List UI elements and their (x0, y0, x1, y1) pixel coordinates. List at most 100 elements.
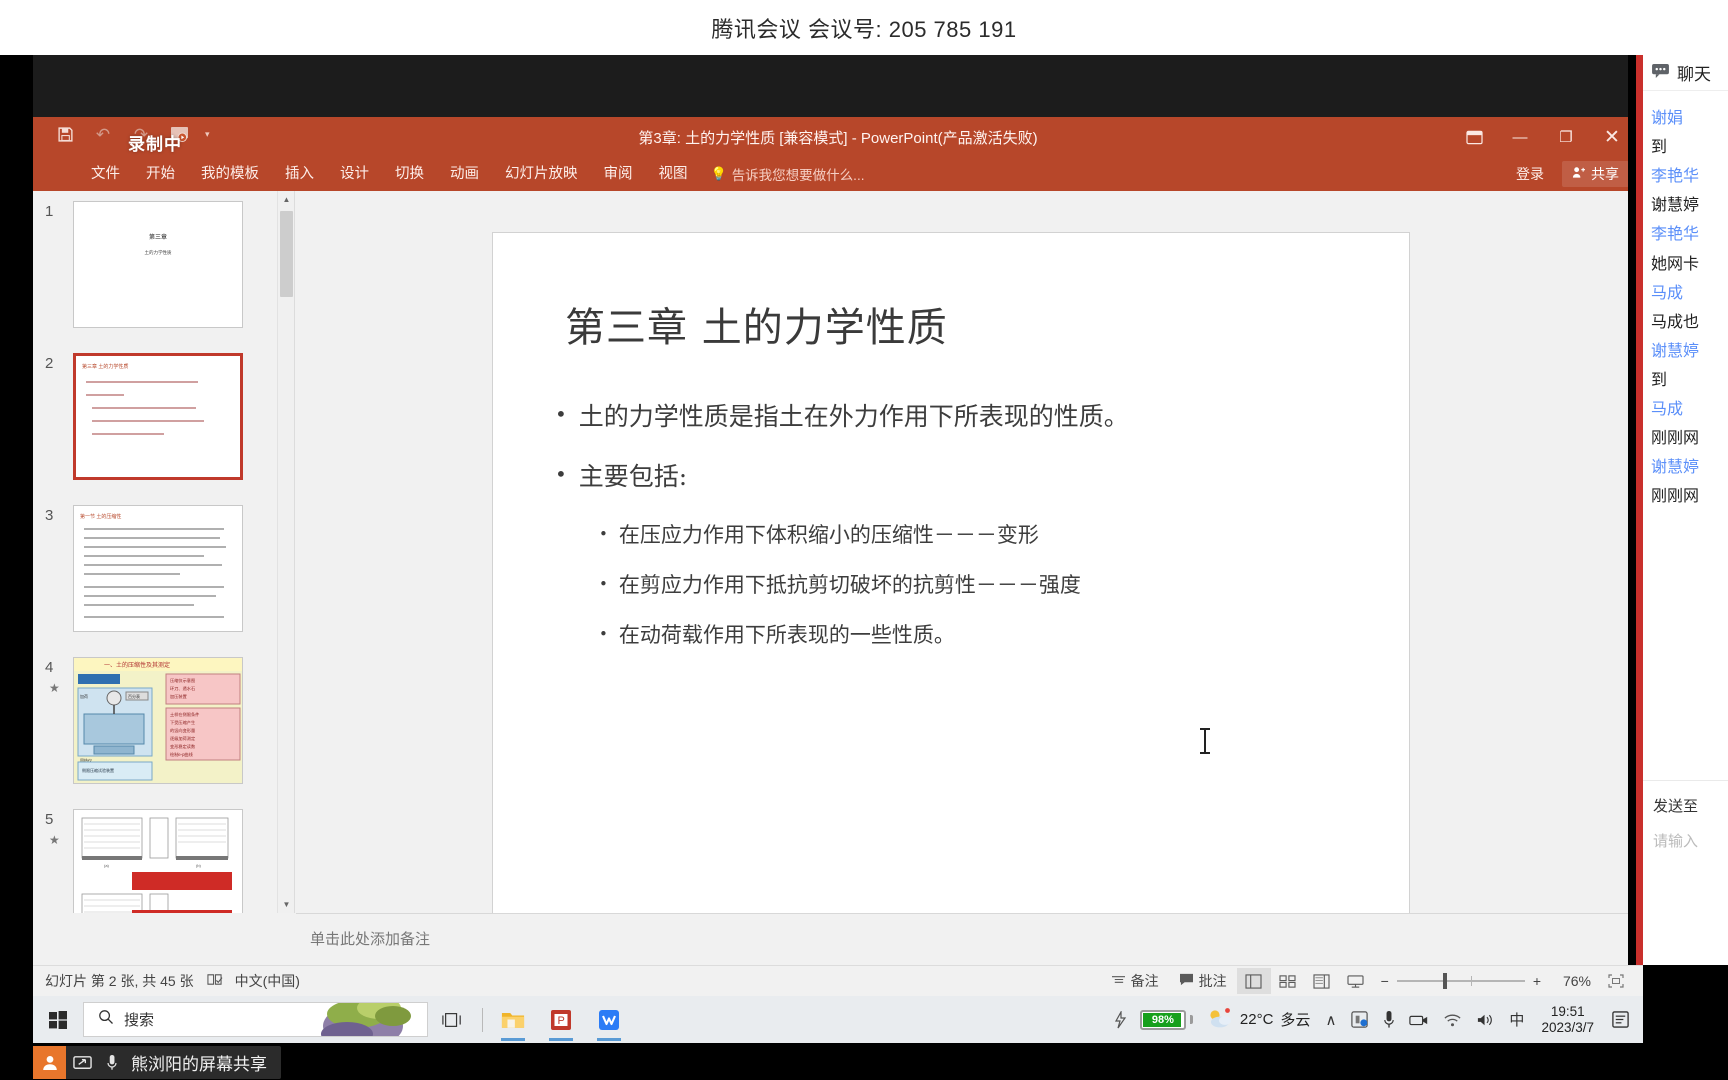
thumbnail-item-2[interactable]: 2 第三章 土的力学性质 (33, 343, 294, 495)
thumbnail-item-5[interactable]: 5 ★ (a) (b) (33, 799, 294, 913)
comments-toggle-button[interactable]: 批注 (1169, 971, 1237, 991)
svg-text:(a): (a) (104, 863, 110, 868)
camera-icon[interactable] (1402, 1013, 1436, 1027)
zoom-slider-handle[interactable] (1442, 973, 1447, 989)
thumbnail-scroll-up-icon[interactable]: ▲ (278, 191, 294, 208)
thumbnail-scrollbar[interactable]: ▲ ▼ (277, 191, 294, 913)
restore-button[interactable]: ❐ (1543, 117, 1589, 157)
thumbnail-preview[interactable]: 一、土的压缩性及其测定 压缩仪示意图 环刀、透水石 加压装置 土样在侧限条件 下… (73, 657, 243, 784)
svg-text:百分表: 百分表 (128, 693, 140, 699)
tab-view[interactable]: 视图 (646, 157, 701, 191)
ribbon-display-options-icon[interactable] (1451, 117, 1497, 157)
show-hidden-icons-chevron-icon[interactable]: ∧ (1318, 1011, 1343, 1029)
chat-send-to-label[interactable]: 发送至 (1643, 781, 1728, 816)
task-view-icon[interactable] (428, 996, 476, 1043)
powerpoint-window: ↶ ↷ ▾ 录制中 第3章: 土的力学性质 [兼容模式] - PowerPoin… (33, 117, 1643, 965)
tab-transitions[interactable]: 切换 (382, 157, 437, 191)
tab-animations[interactable]: 动画 (437, 157, 492, 191)
thumbnail-preview[interactable]: (a) (b) (73, 809, 243, 913)
thumbnail-preview[interactable]: 第一节 土的压缩性 (73, 505, 243, 632)
tab-my-templates[interactable]: 我的模板 (188, 157, 272, 191)
chat-sender-name[interactable]: 李艳华 (1651, 162, 1728, 191)
spellcheck-icon[interactable] (206, 972, 223, 990)
thumbnail-item-1[interactable]: 1 第三章 土的力学性质 (33, 191, 294, 343)
fit-to-window-icon[interactable] (1599, 968, 1633, 994)
thumbnail-item-3[interactable]: 3 第一节 土的压缩性 (33, 495, 294, 647)
tab-home[interactable]: 开始 (133, 157, 188, 191)
microphone-icon[interactable] (1376, 1010, 1402, 1029)
screen-share-indicator[interactable]: 熊浏阳的屏幕共享 (33, 1046, 281, 1079)
thumbnail-scroll-down-icon[interactable]: ▼ (278, 896, 294, 913)
taskbar-clock[interactable]: 19:51 2023/3/7 (1531, 1004, 1604, 1035)
zoom-level-label[interactable]: 76% (1549, 973, 1591, 989)
tab-slideshow[interactable]: 幻灯片放映 (492, 157, 591, 191)
animation-star-icon: ★ (49, 681, 60, 695)
ime-indicator[interactable]: 中 (1502, 1009, 1531, 1030)
temperature-label: 22°C (1239, 1011, 1274, 1028)
chat-sender-name[interactable]: 马成 (1651, 279, 1728, 308)
battery-percent-label: 98% (1151, 1013, 1174, 1026)
notes-toggle-button[interactable]: 备注 (1101, 971, 1169, 991)
slide-thumbnail-pane[interactable]: 1 第三章 土的力学性质 2 第三章 土的力学性质 3 第一节 土的压缩性 4 … (33, 191, 295, 913)
slide-sorter-icon[interactable] (1271, 968, 1305, 994)
search-input[interactable]: 搜索 (83, 1002, 428, 1037)
security-icon[interactable] (1343, 1010, 1376, 1029)
screen-root: 腾讯会议 会议号: 205 785 191 ↶ ↷ ▾ 录制中 第3章: 土的力… (0, 0, 1728, 1080)
slideshow-icon[interactable] (1339, 968, 1373, 994)
powerpoint-icon[interactable]: P (537, 996, 585, 1043)
svg-text:绘制e-p曲线: 绘制e-p曲线 (170, 751, 194, 758)
chat-sender-name[interactable]: 谢慧婷 (1651, 337, 1728, 366)
slide-title[interactable]: 第三章 土的力学性质 (565, 295, 948, 353)
wifi-icon[interactable] (1436, 1012, 1469, 1028)
language-label[interactable]: 中文(中国) (235, 971, 300, 991)
tencent-meeting-icon[interactable] (585, 996, 633, 1043)
screen-share-label: 熊浏阳的屏幕共享 (131, 1055, 267, 1074)
tab-review[interactable]: 审阅 (591, 157, 646, 191)
tell-me-label: 告诉我您想要做什么... (731, 168, 865, 183)
sign-in-link[interactable]: 登录 (1516, 164, 1544, 184)
slide-count-label[interactable]: 幻灯片 第 2 张, 共 45 张 (45, 971, 194, 991)
tab-design[interactable]: 设计 (327, 157, 382, 191)
svg-text:压缩仪示意图: 压缩仪示意图 (170, 677, 195, 684)
meeting-title: 腾讯会议 会议号: 205 785 191 (711, 16, 1017, 42)
thumbnail-item-4[interactable]: 4 ★ 一、土的压缩性及其测定 压缩仪示意图 环刀、透水石 加压装置 土样在侧限… (33, 647, 294, 799)
weather-widget[interactable]: 22°C 多云 (1199, 1007, 1319, 1033)
chat-sender-name[interactable]: 谢慧婷 (1651, 453, 1728, 482)
share-button[interactable]: 共享 (1562, 161, 1629, 187)
tab-file[interactable]: 文件 (78, 157, 133, 191)
notification-icon[interactable] (1604, 1010, 1637, 1029)
notes-icon (1111, 973, 1126, 989)
chat-sender-name[interactable]: 李艳华 (1651, 220, 1728, 249)
chat-sender-name[interactable]: 马成 (1651, 395, 1728, 424)
normal-view-icon[interactable] (1236, 968, 1271, 994)
thumbnail-scroll-thumb[interactable] (280, 211, 293, 297)
battery-indicator[interactable]: 98% (1134, 1009, 1199, 1030)
notes-pane[interactable]: 单击此处添加备注 (296, 913, 1643, 965)
volume-icon[interactable] (1469, 1012, 1502, 1028)
svg-text:逐级加荷测定: 逐级加荷测定 (170, 735, 195, 742)
svg-text:土样在侧限条件: 土样在侧限条件 (170, 711, 199, 718)
thumbnail-preview[interactable]: 第三章 土的力学性质 (73, 201, 243, 328)
user-icon (33, 1046, 66, 1079)
thumbnail-number: 5 (45, 811, 54, 828)
zoom-out-button[interactable]: − (1381, 973, 1389, 989)
tell-me-search[interactable]: 💡 告诉我您想要做什么... (701, 157, 875, 191)
zoom-slider[interactable] (1396, 973, 1525, 989)
bullet-text: 在剪应力作用下抵抗剪切破坏的抗剪性－－－强度 (618, 572, 1081, 597)
file-explorer-icon[interactable] (489, 996, 537, 1043)
zoom-in-button[interactable]: + (1533, 973, 1541, 989)
chat-sender-name[interactable]: 谢娟 (1651, 104, 1728, 133)
tab-insert[interactable]: 插入 (272, 157, 327, 191)
minimize-button[interactable]: — (1497, 117, 1543, 157)
current-slide[interactable]: 第三章 土的力学性质 • 土的力学性质是指土在外力作用下所表现的性质。 • 主要… (493, 233, 1409, 921)
reading-view-icon[interactable] (1305, 968, 1339, 994)
chat-input[interactable]: 请输入 (1653, 830, 1728, 851)
chat-message-list[interactable]: … 谢娟 到 李艳华 谢慧婷 李艳华 她网卡 马成 马成也 谢慧婷 到 马成 刚… (1643, 91, 1728, 731)
windows-logo-icon[interactable] (33, 996, 83, 1043)
slide-body-placeholder[interactable]: • 土的力学性质是指土在外力作用下所表现的性质。 • 主要包括: • 在压应力作… (555, 401, 1369, 672)
notes-placeholder: 单击此处添加备注 (310, 931, 431, 948)
battery-body: 98% (1139, 1009, 1186, 1030)
zoom-control[interactable]: − + 76% (1373, 973, 1599, 989)
slide-canvas-area[interactable]: 第三章 土的力学性质 • 土的力学性质是指土在外力作用下所表现的性质。 • 主要… (296, 191, 1625, 921)
thumbnail-preview-selected[interactable]: 第三章 土的力学性质 (73, 353, 243, 480)
